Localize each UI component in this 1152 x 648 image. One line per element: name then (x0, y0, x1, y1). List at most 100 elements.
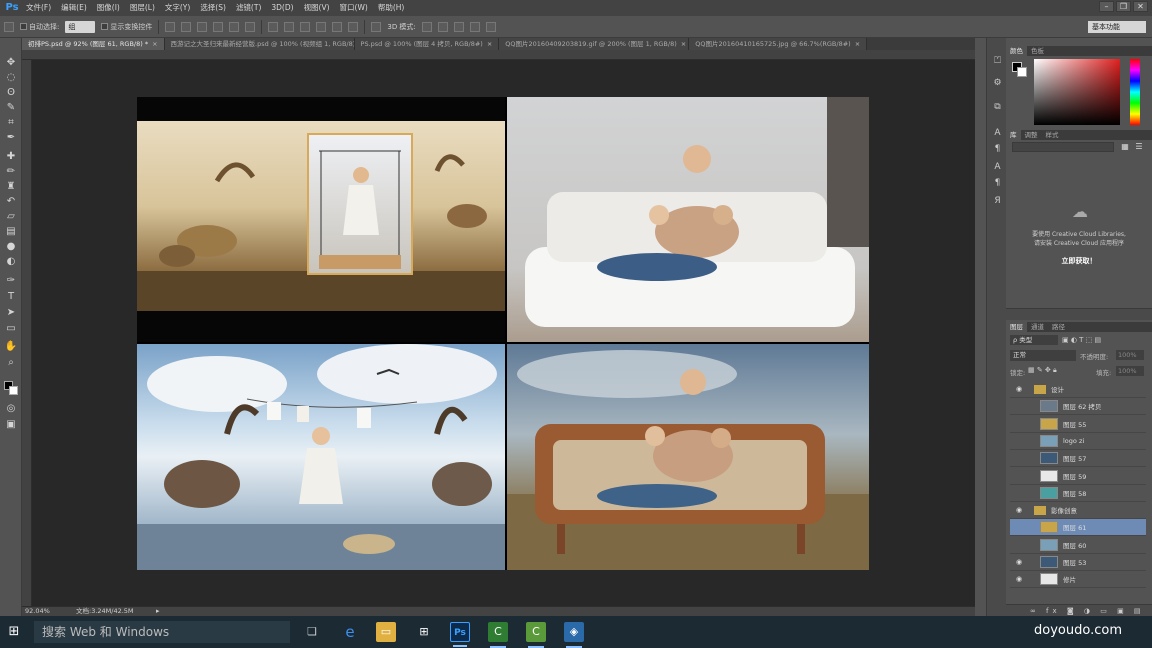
drag-3d-icon[interactable] (453, 21, 464, 32)
menu-edit[interactable]: 编辑(E) (56, 0, 92, 16)
close-tab-icon[interactable]: × (681, 40, 686, 48)
layer-filter-dropdown[interactable]: ρ 类型 (1010, 335, 1058, 345)
eraser-tool-icon[interactable]: ▱ (4, 210, 18, 223)
visibility-eye-icon[interactable] (1014, 436, 1024, 446)
task-view-icon[interactable]: ❏ (302, 622, 322, 642)
character-panel-icon[interactable]: A (992, 128, 1003, 139)
windows-logo-icon[interactable]: ⊞ (6, 624, 22, 640)
fill-input[interactable]: 100% (1116, 366, 1144, 376)
camtasia-recorder-icon[interactable]: C (526, 622, 546, 648)
show-transform-checkbox[interactable] (101, 23, 109, 30)
pen-tool-icon[interactable]: ✑ (4, 274, 18, 287)
tab-layers[interactable]: 图层 (1006, 322, 1027, 332)
distribute-left-icon[interactable] (316, 21, 327, 32)
menu-file[interactable]: 文件(F) (21, 0, 56, 16)
layer-row[interactable]: 图层 55 (1010, 416, 1146, 433)
align-left-icon[interactable] (213, 21, 224, 32)
menu-view[interactable]: 视图(V) (299, 0, 335, 16)
visibility-eye-icon[interactable] (1014, 471, 1024, 481)
screen-mode-icon[interactable]: ▣ (4, 418, 18, 431)
align-bottom-icon[interactable] (197, 21, 208, 32)
document-tab[interactable]: QQ图片20160410165725.jpg @ 66.7%(RGB/8#) × (689, 38, 868, 50)
layer-row[interactable]: 图层 60 (1010, 537, 1146, 554)
visibility-eye-icon[interactable] (1014, 419, 1024, 429)
auto-select-option[interactable]: 自动选择: (20, 22, 59, 32)
layer-row[interactable]: 图层 59 (1010, 468, 1146, 485)
zoom-tool-icon[interactable]: ⌕ (4, 356, 18, 369)
lock-icons[interactable]: ▦ ✎ ✥ 🔒︎ (1028, 366, 1057, 375)
file-explorer-icon[interactable]: ▭ (376, 622, 396, 642)
layer-filter-icons[interactable]: ▣ ◐ T ⬚ ▤ (1062, 335, 1142, 345)
workspace-dropdown[interactable]: 基本功能 (1088, 21, 1146, 33)
distribute-vcenter-icon[interactable] (284, 21, 295, 32)
layer-row[interactable]: logo zi (1010, 433, 1146, 450)
visibility-eye-icon[interactable] (1014, 453, 1024, 463)
background-color-swatch[interactable] (9, 386, 18, 395)
background-color-chip[interactable] (1017, 67, 1027, 77)
visibility-eye-icon[interactable]: ◉ (1014, 557, 1024, 567)
layer-row[interactable]: ◉ 修片 (1010, 571, 1146, 589)
menu-3d[interactable]: 3D(D) (266, 0, 298, 16)
close-tab-icon[interactable]: × (152, 40, 157, 48)
swatches-panel-icon[interactable]: ⧉ (992, 102, 1003, 113)
distribute-top-icon[interactable] (268, 21, 279, 32)
align-right-icon[interactable] (245, 21, 256, 32)
zoom-level[interactable]: 92.04% (25, 607, 50, 616)
move-tool-preset-icon[interactable] (4, 21, 14, 32)
tab-libraries[interactable]: 库 (1006, 130, 1021, 140)
show-transform-option[interactable]: 显示变换控件 (101, 22, 152, 32)
document-tab[interactable]: PS.psd @ 100% (图层 4 拷贝, RGB/8#) × (354, 38, 500, 50)
slide-3d-icon[interactable] (469, 21, 480, 32)
restore-button[interactable]: ❐ (1116, 1, 1131, 12)
paragraph-panel-icon[interactable]: ¶ (992, 144, 1003, 155)
blend-mode-dropdown[interactable]: 正常 (1010, 350, 1076, 361)
distribute-right-icon[interactable] (348, 21, 359, 32)
edge-browser-icon[interactable]: e (340, 622, 360, 642)
app-window-icon[interactable]: ◈ (564, 622, 584, 648)
auto-select-dropdown[interactable]: 组 (65, 20, 96, 33)
path-select-tool-icon[interactable]: ➤ (4, 306, 18, 319)
list-view-icon[interactable]: ☰ (1134, 142, 1144, 152)
layer-row[interactable]: ◉ 图层 53 (1010, 554, 1146, 571)
character-style-icon[interactable]: A (992, 162, 1003, 173)
align-vcenter-icon[interactable] (181, 21, 192, 32)
horizontal-ruler[interactable] (22, 50, 975, 60)
align-hcenter-icon[interactable] (229, 21, 240, 32)
document-tab[interactable]: 西游记之大圣归来最新经营版.psd @ 100% (视频组 1, RGB/8) … (164, 38, 355, 50)
vertical-ruler[interactable] (22, 60, 32, 606)
distribute-bottom-icon[interactable] (300, 21, 311, 32)
auto-align-icon[interactable] (371, 21, 382, 32)
eyedropper-tool-icon[interactable]: ✒ (4, 131, 18, 144)
paragraph-style-icon[interactable]: ¶ (992, 178, 1003, 189)
blur-tool-icon[interactable]: ● (4, 240, 18, 253)
layer-row[interactable]: 图层 57 (1010, 450, 1146, 468)
rectangle-tool-icon[interactable]: ▭ (4, 322, 18, 335)
layers-footer-icons[interactable]: ∞ fx ◙ ◑ ▭ ▣ ▤ (1006, 604, 1152, 616)
get-it-now-link[interactable]: 立即获取！ (1010, 256, 1148, 266)
store-icon[interactable]: ⊞ (414, 622, 434, 642)
history-brush-tool-icon[interactable]: ↶ (4, 195, 18, 208)
tab-paths[interactable]: 路径 (1048, 322, 1069, 332)
close-button[interactable]: ✕ (1133, 1, 1148, 12)
layer-row[interactable]: 图层 61 (1010, 519, 1146, 537)
crop-tool-icon[interactable]: ⌗ (4, 116, 18, 129)
healing-brush-tool-icon[interactable]: ✚ (4, 150, 18, 163)
history-panel-icon[interactable]: ⏍ (992, 56, 1003, 67)
quick-mask-icon[interactable]: ◎ (4, 402, 18, 415)
tab-adjustments[interactable]: 调整 (1021, 130, 1042, 140)
scale-3d-icon[interactable] (485, 21, 496, 32)
document-tab[interactable]: QQ图片20160409203819.gif @ 200% (图层 1, RGB… (499, 38, 690, 50)
visibility-eye-icon[interactable]: ◉ (1014, 505, 1024, 515)
visibility-eye-icon[interactable] (1014, 540, 1024, 550)
auto-select-checkbox[interactable] (20, 23, 27, 30)
menu-type[interactable]: 文字(Y) (160, 0, 195, 16)
document-tab[interactable]: 初排PS.psd @ 92% (图层 61, RGB/8) * × (22, 38, 165, 50)
visibility-eye-icon[interactable] (1014, 522, 1024, 532)
hue-slider[interactable] (1130, 59, 1140, 125)
properties-panel-icon[interactable]: ⚙ (992, 78, 1003, 89)
library-dropdown[interactable] (1012, 142, 1114, 152)
move-tool-icon[interactable]: ✥ (4, 56, 18, 69)
grid-view-icon[interactable]: ▦ (1120, 142, 1130, 152)
menu-layer[interactable]: 图层(L) (125, 0, 160, 16)
taskbar-search[interactable]: 搜索 Web 和 Windows (34, 621, 290, 643)
